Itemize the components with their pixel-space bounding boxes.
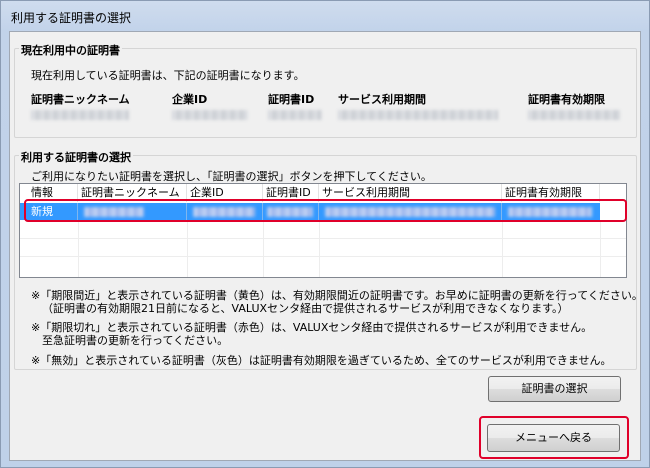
select-certificate-button[interactable]: 証明書の選択: [488, 376, 621, 402]
current-header-cert-id: 証明書ID: [268, 93, 315, 106]
grid-line: [600, 220, 601, 277]
grid-line: [502, 220, 503, 277]
grid-line: [20, 238, 626, 239]
note-expiring-soon-detail: （証明書の有効期限21日前になると、VALUXセンタ経由で提供されるサービスが利…: [42, 302, 569, 315]
current-header-company-id: 企業ID: [172, 93, 208, 106]
grid-line: [187, 220, 188, 277]
current-cert-id-redacted: [268, 110, 322, 120]
grid-line: [78, 220, 79, 277]
current-header-nickname: 証明書ニックネーム: [31, 93, 130, 106]
certificate-list[interactable]: 情報 証明書ニックネーム 企業ID 証明書ID サービス利用期間 証明書有効期限…: [19, 183, 627, 278]
current-header-service-period: サービス利用期間: [338, 93, 426, 106]
grid-line: [263, 220, 264, 277]
current-header-expiry: 証明書有効期限: [528, 93, 605, 106]
selected-row-highlight: [24, 199, 627, 222]
current-service-period-redacted: [338, 110, 498, 120]
grid-line: [20, 256, 626, 257]
current-expiry-redacted: [528, 110, 620, 120]
current-cert-description: 現在利用している証明書は、下記の証明書になります。: [31, 69, 305, 82]
select-cert-group-title: 利用する証明書の選択: [19, 149, 133, 165]
title-bar[interactable]: 利用する証明書の選択: [1, 1, 649, 29]
current-values-redacted: [0, 110, 650, 120]
select-cert-description: ご利用になりたい証明書を選択し、「証明書の選択」ボタンを押下してください。: [31, 170, 432, 183]
grid-line: [319, 220, 320, 277]
current-company-id-redacted: [172, 110, 248, 120]
window-title: 利用する証明書の選択: [11, 11, 132, 25]
current-cert-group-title: 現在利用中の証明書: [19, 42, 122, 58]
current-nickname-redacted: [31, 110, 129, 120]
back-button-highlight: [479, 416, 629, 459]
note-expired-detail: 至急証明書の更新を行ってください。: [42, 334, 229, 347]
note-invalid: ※「無効」と表示されている証明書（灰色）は証明書有効期限を過ぎているため、全ての…: [31, 354, 612, 367]
